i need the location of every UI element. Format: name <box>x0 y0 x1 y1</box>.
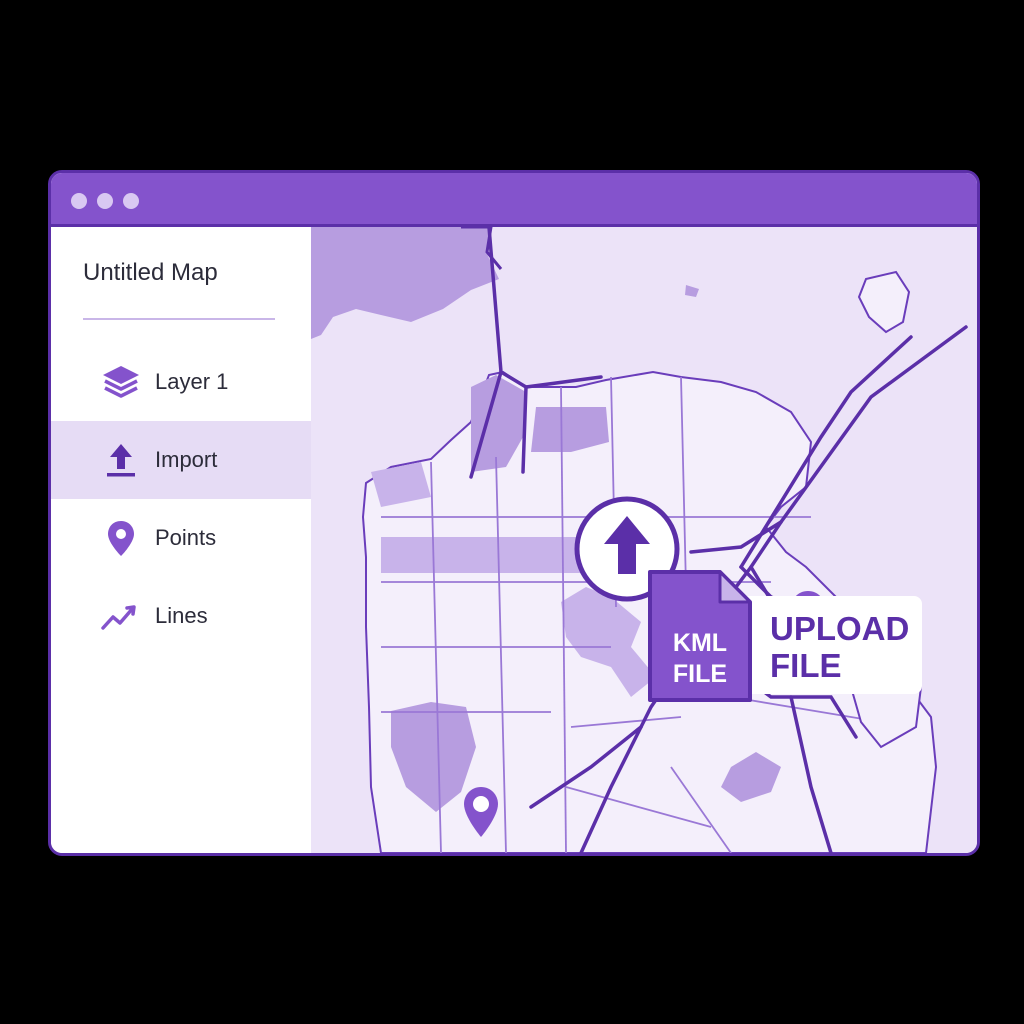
window-titlebar <box>51 173 977 227</box>
window-dot-icon[interactable] <box>97 193 113 209</box>
map-title[interactable]: Untitled Map <box>83 259 218 287</box>
kml-file-label: KML FILE <box>672 629 728 688</box>
line-chart-icon <box>101 605 136 630</box>
sidebar: Untitled Map Layer 1 Import Points Lines <box>51 227 311 853</box>
map-pin-icon[interactable] <box>459 785 503 841</box>
sidebar-item-layer-1[interactable]: Layer 1 <box>51 343 311 421</box>
layers-icon <box>103 366 139 398</box>
sidebar-item-import[interactable]: Import <box>51 421 311 499</box>
sidebar-divider <box>83 318 275 320</box>
window-dot-icon[interactable] <box>71 193 87 209</box>
map-pin-icon <box>108 521 134 556</box>
map-app-window: Untitled Map Layer 1 Import Points Lines <box>48 170 980 856</box>
sidebar-item-label: Lines <box>155 603 208 628</box>
sidebar-item-points[interactable]: Points <box>51 499 311 577</box>
sidebar-item-lines[interactable]: Lines <box>51 577 311 655</box>
window-dot-icon[interactable] <box>123 193 139 209</box>
upload-file-label[interactable]: UPLOAD FILE <box>770 610 920 684</box>
sidebar-item-label: Import <box>155 447 218 472</box>
sidebar-item-label: Points <box>155 525 217 550</box>
sidebar-item-label: Layer 1 <box>155 369 229 394</box>
upload-icon <box>107 444 135 477</box>
